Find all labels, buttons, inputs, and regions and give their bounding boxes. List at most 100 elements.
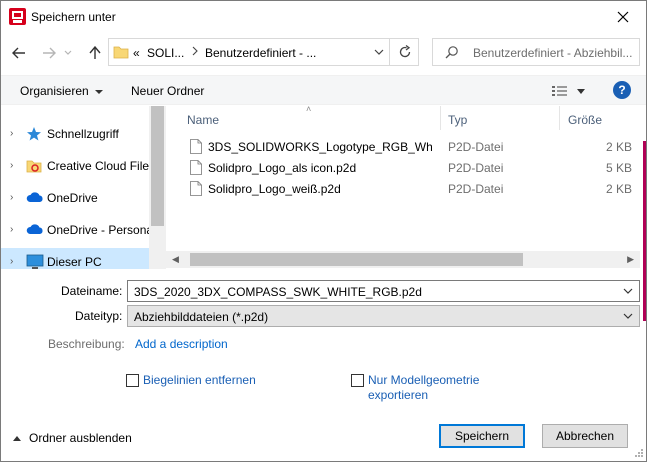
remove-bend-lines-checkbox[interactable] <box>126 374 139 387</box>
nav-item-onedrive-personal[interactable]: › OneDrive - Persona <box>1 216 153 244</box>
close-button[interactable] <box>600 1 646 33</box>
filename-value: 3DS_2020_3DX_COMPASS_SWK_WHITE_RGB.p2d <box>134 285 422 299</box>
nav-item-quick-access[interactable]: › Schnellzugriff <box>1 120 149 148</box>
file-size: 5 KB <box>605 161 632 175</box>
breadcrumb-item[interactable]: SOLI... <box>147 46 184 60</box>
arrow-right-icon <box>43 47 56 59</box>
remove-bend-lines-label[interactable]: Biegelinien entfernen <box>143 373 256 388</box>
caret-up-icon <box>13 436 21 442</box>
title-bar: Speichern unter <box>1 1 646 33</box>
navigation-pane-scrollbar[interactable] <box>149 106 166 269</box>
expand-chevron-icon[interactable]: › <box>10 256 13 267</box>
file-row[interactable]: Solidpro_Logo_weiß.p2d P2D-Datei 2 KB <box>186 179 640 199</box>
expand-chevron-icon[interactable]: › <box>10 160 13 171</box>
model-geometry-only-label-line1[interactable]: Nur Modellgeometrie <box>368 373 479 388</box>
computer-icon <box>26 254 44 269</box>
cloud-icon <box>26 190 44 207</box>
save-button[interactable]: Speichern <box>439 424 525 448</box>
filetype-value: Abziehbilddateien (*.p2d) <box>134 310 269 324</box>
add-description-link[interactable]: Add a description <box>135 337 228 351</box>
view-dropdown-icon[interactable] <box>577 89 585 94</box>
back-button[interactable] <box>9 43 29 63</box>
filename-label: Dateiname: <box>61 284 123 298</box>
address-dropdown-button[interactable] <box>373 44 385 63</box>
file-name: Solidpro_Logo_als icon.p2d <box>208 161 357 175</box>
model-geometry-only-label-line2[interactable]: exportieren <box>368 388 428 403</box>
nav-item-this-pc[interactable]: › Dieser PC <box>1 248 149 269</box>
file-row[interactable]: 3DS_SOLIDWORKS_Logotype_RGB_White... P2D… <box>186 137 640 157</box>
scrollbar-thumb[interactable] <box>190 253 523 266</box>
view-options-button[interactable] <box>551 84 569 101</box>
chevron-down-icon[interactable] <box>623 310 633 324</box>
help-icon[interactable]: ? <box>613 81 631 99</box>
description-label: Beschreibung: <box>48 337 125 351</box>
column-header-type[interactable]: Typ <box>448 113 467 137</box>
background-window-edge <box>643 141 646 321</box>
file-icon <box>190 181 202 199</box>
search-placeholder: Benutzerdefiniert - Abziehbil... <box>473 46 633 60</box>
search-icon <box>445 45 459 62</box>
caret-down-icon <box>94 89 103 94</box>
chevron-down-icon <box>64 50 72 55</box>
refresh-icon <box>399 45 410 58</box>
file-icon <box>190 160 202 178</box>
scrollbar-thumb[interactable] <box>151 106 164 226</box>
nav-item-label: Dieser PC <box>47 255 102 269</box>
cloud-icon <box>26 222 44 239</box>
expand-chevron-icon[interactable]: › <box>10 192 13 203</box>
organize-label: Organisieren <box>20 84 89 98</box>
nav-item-label: Schnellzugriff <box>47 127 119 141</box>
resize-grip-icon[interactable] <box>634 447 644 461</box>
file-size: 2 KB <box>605 140 632 154</box>
filename-input[interactable]: 3DS_2020_3DX_COMPASS_SWK_WHITE_RGB.p2d <box>127 280 640 302</box>
recent-locations-button[interactable] <box>61 43 75 63</box>
breadcrumb-separator-icon[interactable] <box>191 45 199 59</box>
file-list-horizontal-scrollbar[interactable]: ◀ ▶ <box>166 251 640 268</box>
refresh-button[interactable] <box>389 38 419 66</box>
save-as-dialog: Speichern unter « SOLI... Benutzerdefini… <box>0 0 647 462</box>
nav-item-creative-cloud[interactable]: › Creative Cloud Files <box>1 152 155 180</box>
column-divider[interactable] <box>440 106 441 130</box>
file-row[interactable]: Solidpro_Logo_als icon.p2d P2D-Datei 5 K… <box>186 158 640 178</box>
file-type: P2D-Datei <box>448 140 504 154</box>
breadcrumb-overflow[interactable]: « <box>133 46 140 60</box>
star-icon <box>26 126 42 145</box>
file-name: Solidpro_Logo_weiß.p2d <box>208 182 341 196</box>
file-list: ˄ Name Typ Größe 3DS_SOLIDWORKS_Logotype… <box>166 104 640 269</box>
expand-chevron-icon[interactable]: › <box>10 224 13 235</box>
cancel-button[interactable]: Abbrechen <box>542 424 628 448</box>
nav-item-label: Creative Cloud Files <box>47 159 156 173</box>
breadcrumb-item[interactable]: Benutzerdefiniert - ... <box>205 46 316 60</box>
filetype-select[interactable]: Abziehbilddateien (*.p2d) <box>127 305 640 327</box>
filetype-label: Dateityp: <box>75 309 123 323</box>
solidworks-app-icon <box>9 8 26 25</box>
forward-button[interactable] <box>39 43 59 63</box>
column-header-size[interactable]: Größe <box>568 113 602 137</box>
search-box[interactable]: Benutzerdefiniert - Abziehbil... <box>432 38 640 66</box>
arrow-up-icon <box>89 46 101 59</box>
command-bar: Organisieren Neuer Ordner ? <box>1 75 646 105</box>
address-bar[interactable]: « SOLI... Benutzerdefiniert - ... <box>108 38 419 66</box>
file-size: 2 KB <box>605 182 632 196</box>
details-view-icon <box>552 86 567 96</box>
expand-chevron-icon[interactable]: › <box>10 128 13 139</box>
scroll-right-icon[interactable]: ▶ <box>627 254 634 265</box>
model-geometry-only-checkbox[interactable] <box>351 374 364 387</box>
creative-cloud-folder-icon <box>26 158 42 177</box>
arrow-left-icon <box>12 47 25 59</box>
hide-folders-button[interactable]: Ordner ausblenden <box>13 431 132 445</box>
nav-item-onedrive[interactable]: › OneDrive <box>1 184 149 212</box>
column-header-name[interactable]: Name <box>187 113 219 137</box>
folder-icon <box>113 44 129 63</box>
close-icon <box>617 11 629 23</box>
chevron-down-icon[interactable] <box>623 285 633 299</box>
navigation-pane: › Schnellzugriff › Creative Cloud Files … <box>1 106 166 269</box>
new-folder-button[interactable]: Neuer Ordner <box>131 84 204 98</box>
scroll-left-icon[interactable]: ◀ <box>172 254 179 265</box>
file-icon <box>190 139 202 157</box>
nav-item-label: OneDrive - Persona <box>47 223 154 237</box>
up-button[interactable] <box>85 43 105 63</box>
column-divider[interactable] <box>559 106 560 130</box>
window-title: Speichern unter <box>31 10 116 24</box>
organize-button[interactable]: Organisieren <box>20 84 103 98</box>
